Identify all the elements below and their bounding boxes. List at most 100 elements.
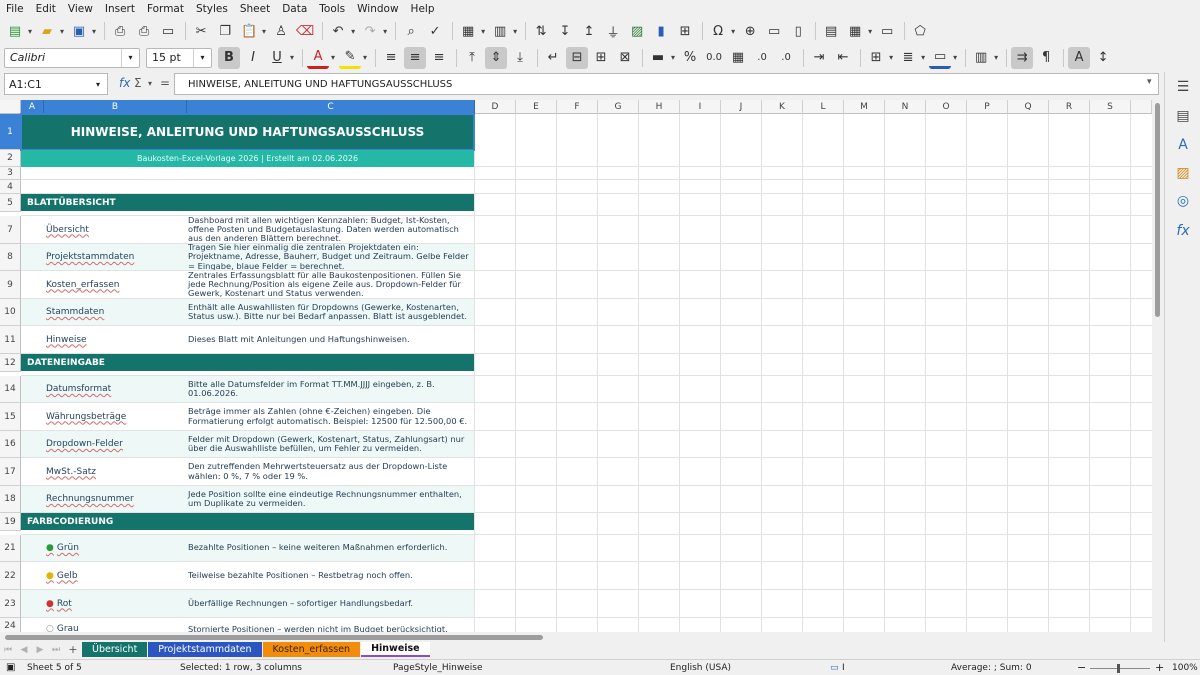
row-header-22[interactable]: 22 xyxy=(0,562,21,590)
next-sheet-icon[interactable]: ▶ xyxy=(32,645,48,655)
row-header-16[interactable]: 16 xyxy=(0,431,21,458)
last-sheet-icon[interactable]: ⏭ xyxy=(48,645,64,655)
tab-hinweise[interactable]: Hinweise xyxy=(361,642,430,657)
vertical-scrollbar[interactable] xyxy=(1152,100,1164,632)
sort-descending-icon[interactable]: ↥ xyxy=(578,20,600,42)
define-print-area-icon[interactable]: ▤ xyxy=(820,20,842,42)
overview-row-desc[interactable]: Enthält alle Auswahllisten für Dropdowns… xyxy=(187,299,474,325)
functions-icon[interactable]: fx xyxy=(1174,222,1192,240)
chevron-down-icon[interactable]: ▾ xyxy=(121,48,139,67)
tab-projektstammdaten[interactable]: Projektstammdaten xyxy=(148,642,262,657)
chevron-down-icon[interactable]: ▾ xyxy=(148,79,152,88)
add-sheet-icon[interactable]: + xyxy=(66,643,80,656)
column-header-l[interactable]: L xyxy=(803,100,844,114)
menu-window[interactable]: Window xyxy=(351,3,404,15)
unmerge-cells-icon[interactable]: ⊠ xyxy=(614,47,636,69)
open-folder-icon[interactable]: ▰ xyxy=(36,20,58,42)
add-decimal-icon[interactable]: .0 xyxy=(751,47,773,69)
align-top-icon[interactable]: ⤒ xyxy=(461,47,483,69)
row-header-17[interactable]: 17 xyxy=(0,458,21,486)
autofilter-icon[interactable]: ⏚ xyxy=(602,20,624,42)
undo-icon[interactable]: ↶ xyxy=(327,20,349,42)
overview-row-desc[interactable]: Zentrales Erfassungsblatt für alle Bauko… xyxy=(187,271,474,298)
navigator-icon[interactable]: ◎ xyxy=(1174,192,1192,210)
clear-formatting-icon[interactable]: ⌫ xyxy=(294,20,316,42)
currency-format-icon[interactable]: ▬ xyxy=(647,47,669,69)
column-header-i[interactable]: I xyxy=(680,100,721,114)
language[interactable]: English (USA) xyxy=(670,663,731,673)
align-middle-icon[interactable]: ⇕ xyxy=(485,46,508,69)
horizontal-scrollbar[interactable] xyxy=(0,632,1152,642)
save-icon[interactable]: ▣ xyxy=(68,20,90,42)
row-header-19[interactable]: 19 xyxy=(0,513,21,531)
color-row-name[interactable]: ● Rot xyxy=(44,590,187,617)
formula-icon[interactable]: = xyxy=(160,76,170,90)
menu-help[interactable]: Help xyxy=(405,3,441,15)
row-header-2[interactable]: 2 xyxy=(0,150,21,167)
input-row-desc[interactable]: Felder mit Dropdown (Gewerk, Kostenart, … xyxy=(187,431,474,457)
conditional-format-icon[interactable]: ▥ xyxy=(970,47,992,69)
zoom-in-icon[interactable]: + xyxy=(1155,661,1164,674)
color-row-desc[interactable]: Stornierte Positionen – werden nicht im … xyxy=(187,618,474,632)
properties-icon[interactable]: ▤ xyxy=(1174,107,1192,125)
column-header-n[interactable]: N xyxy=(885,100,926,114)
column-header-t[interactable] xyxy=(1131,100,1152,114)
row-header-15[interactable]: 15 xyxy=(0,403,21,431)
bold-button[interactable]: B xyxy=(218,46,240,69)
overview-row-desc[interactable]: Dashboard mit allen wichtigen Kennzahlen… xyxy=(187,216,474,243)
vertical-text-icon[interactable]: A xyxy=(1068,46,1091,69)
ltr-icon[interactable]: ⇉ xyxy=(1011,46,1034,69)
expand-formula-bar-icon[interactable]: ▾ xyxy=(1147,77,1152,87)
column-header-c[interactable]: C xyxy=(187,100,475,114)
selection-mode-icon[interactable]: ▭ xyxy=(830,663,839,673)
gallery-icon[interactable]: ▨ xyxy=(1174,164,1192,182)
font-color-icon[interactable]: A xyxy=(307,47,330,69)
column-header-r[interactable]: R xyxy=(1049,100,1090,114)
font-name-box[interactable]: Calibri ▾ xyxy=(4,47,140,68)
align-left-icon[interactable]: ≡ xyxy=(380,47,402,69)
date-format-icon[interactable]: ▦ xyxy=(727,47,749,69)
row-header-12[interactable]: 12 xyxy=(0,354,21,372)
input-row-desc[interactable]: Den zutreffenden Mehrwertsteuersatz aus … xyxy=(187,458,474,485)
sort-icon[interactable]: ⇅ xyxy=(530,20,552,42)
menu-sheet[interactable]: Sheet xyxy=(234,3,276,15)
spellcheck-icon[interactable]: ✓ xyxy=(424,20,446,42)
column-header-k[interactable]: K xyxy=(762,100,803,114)
align-center-icon[interactable]: ≡ xyxy=(404,46,427,69)
chevron-down-icon[interactable]: ▾ xyxy=(92,27,96,36)
print-preview-icon[interactable]: ▭ xyxy=(157,20,179,42)
borders-icon[interactable]: ⊞ xyxy=(865,47,887,69)
chevron-down-icon[interactable]: ▾ xyxy=(89,74,107,94)
input-row-name[interactable]: Datumsformat xyxy=(44,376,187,402)
chevron-down-icon[interactable]: ▾ xyxy=(60,27,64,36)
sum-icon[interactable]: Σ xyxy=(134,76,142,90)
border-color-icon[interactable]: ▭ xyxy=(929,47,952,69)
copy-icon[interactable]: ❐ xyxy=(214,20,236,42)
prev-sheet-icon[interactable]: ◀ xyxy=(16,645,32,655)
redo-icon[interactable]: ↷ xyxy=(359,20,381,42)
color-row-desc[interactable]: Teilweise bezahlte Positionen – Restbetr… xyxy=(187,562,474,589)
menu-format[interactable]: Format xyxy=(141,3,190,15)
column-header-s[interactable]: S xyxy=(1090,100,1131,114)
wrap-text-icon[interactable]: ↵ xyxy=(542,47,564,69)
find-replace-icon[interactable]: ⌕ xyxy=(400,20,422,42)
first-sheet-icon[interactable]: ⏮ xyxy=(0,645,16,655)
row-header-21[interactable]: 21 xyxy=(0,535,21,562)
chevron-down-icon[interactable]: ▾ xyxy=(331,53,335,62)
sheet-subtitle-cell[interactable]: Baukosten-Excel-Vorlage 2026 | Erstellt … xyxy=(21,150,474,167)
row-header-24[interactable]: 24 xyxy=(0,618,21,632)
section-header-overview[interactable]: BLATTÜBERSICHT xyxy=(21,194,474,211)
row-header-7[interactable]: 7 xyxy=(0,216,21,244)
overview-row-name[interactable]: Stammdaten xyxy=(44,299,187,325)
overview-row-name[interactable]: Kosten_erfassen xyxy=(44,271,187,298)
align-right-icon[interactable]: ≡ xyxy=(428,47,450,69)
menu-insert[interactable]: Insert xyxy=(99,3,141,15)
menu-data[interactable]: Data xyxy=(276,3,313,15)
underline-button[interactable]: U xyxy=(266,47,288,69)
overview-row-desc[interactable]: Dieses Blatt mit Anleitungen und Haftung… xyxy=(187,326,474,353)
row-header-10[interactable]: 10 xyxy=(0,299,21,326)
input-row-name[interactable]: Währungsbeträge xyxy=(44,403,187,430)
row-header-5[interactable]: 5 xyxy=(0,194,21,212)
comment-icon[interactable]: ▭ xyxy=(763,20,785,42)
chevron-down-icon[interactable]: ▾ xyxy=(351,27,355,36)
